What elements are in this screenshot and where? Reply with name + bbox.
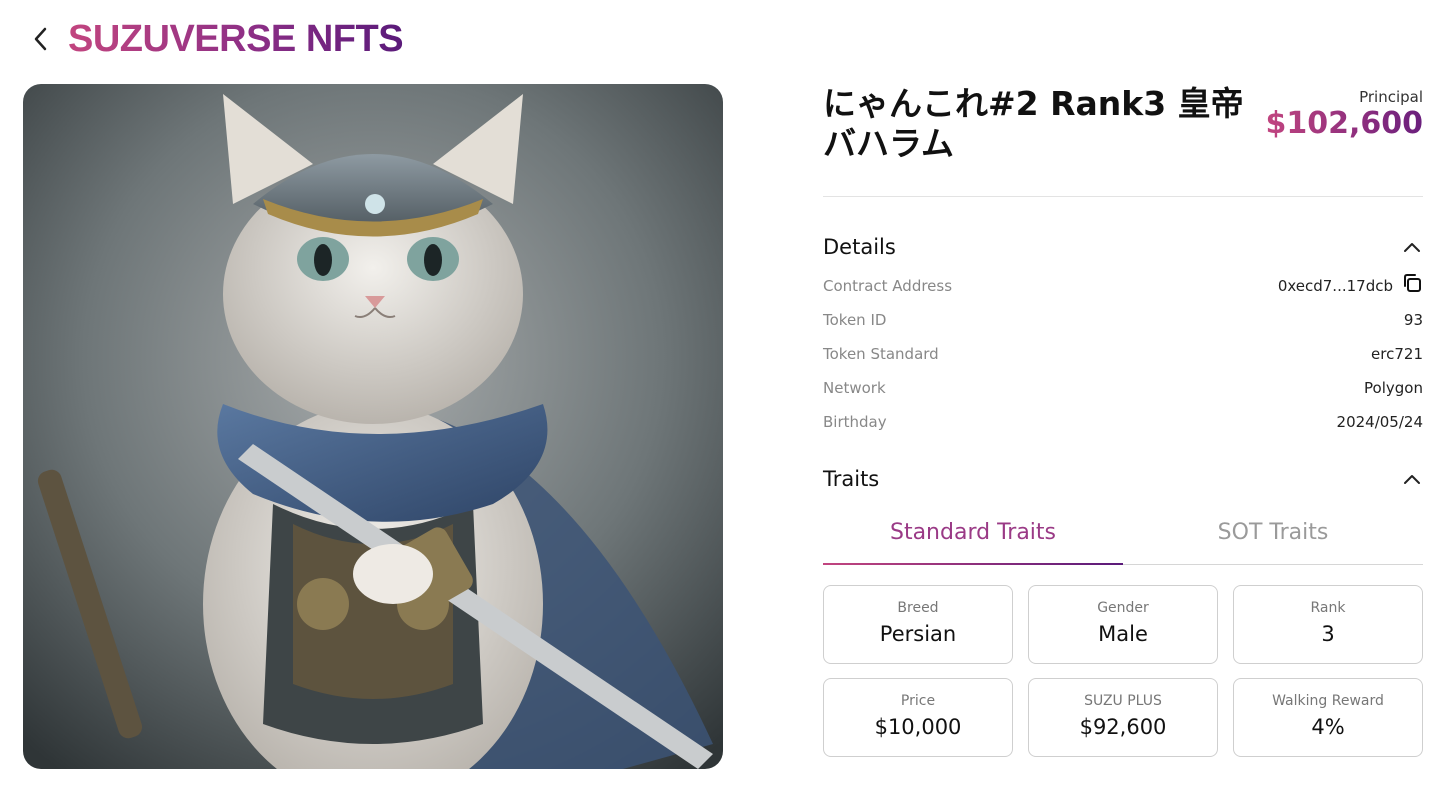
copy-address-button[interactable] <box>1401 272 1423 294</box>
detail-value: 93 <box>1403 311 1423 329</box>
trait-card-gender: Gender Male <box>1028 585 1218 664</box>
brand-title[interactable]: SUZUVERSE NFTS <box>68 20 404 58</box>
details-collapse-button[interactable] <box>1401 236 1423 258</box>
trait-value: $10,000 <box>874 715 962 739</box>
trait-value: $92,600 <box>1079 715 1167 739</box>
details-header[interactable]: Details <box>823 233 1423 261</box>
back-button[interactable] <box>26 19 56 59</box>
trait-label: SUZU PLUS <box>1084 693 1162 709</box>
chevron-up-icon <box>1404 475 1420 484</box>
trait-card-suzu-plus: SUZU PLUS $92,600 <box>1028 678 1218 757</box>
trait-value: Persian <box>879 622 957 646</box>
detail-label: Token ID <box>823 311 887 329</box>
trait-card-walking-reward: Walking Reward 4% <box>1233 678 1423 757</box>
details-list: Contract Address 0xecd7...17dcb Token ID… <box>823 269 1423 439</box>
chevron-up-icon <box>1404 243 1420 252</box>
tab-standard-traits[interactable]: Standard Traits <box>823 518 1123 565</box>
detail-value: 2024/05/24 <box>1336 413 1423 431</box>
detail-row-token-id: Token ID 93 <box>823 303 1423 337</box>
trait-card-price: Price $10,000 <box>823 678 1013 757</box>
detail-row-birthday: Birthday 2024/05/24 <box>823 405 1423 439</box>
detail-label: Contract Address <box>823 277 953 295</box>
detail-row-network: Network Polygon <box>823 371 1423 405</box>
trait-card-breed: Breed Persian <box>823 585 1013 664</box>
trait-label: Price <box>900 693 936 709</box>
trait-value: 3 <box>1321 622 1335 646</box>
trait-value: 4% <box>1311 715 1345 739</box>
detail-value: erc721 <box>1371 345 1423 363</box>
title-row: にゃんこれ#2 Rank3 皇帝バハラム Principal $102,600 <box>823 84 1423 197</box>
trait-label: Breed <box>897 600 939 616</box>
trait-card-rank: Rank 3 <box>1233 585 1423 664</box>
detail-label: Birthday <box>823 413 887 431</box>
trait-label: Walking Reward <box>1272 693 1384 709</box>
traits-tabs: Standard Traits SOT Traits <box>823 518 1423 565</box>
nft-info-panel: にゃんこれ#2 Rank3 皇帝バハラム Principal $102,600 … <box>823 84 1423 757</box>
traits-collapse-button[interactable] <box>1401 468 1423 490</box>
principal-block: Principal $102,600 <box>1265 84 1423 141</box>
trait-grid: Breed Persian Gender Male Rank 3 Price $… <box>823 585 1423 757</box>
traits-header[interactable]: Traits <box>823 465 1423 493</box>
trait-label: Rank <box>1310 600 1346 616</box>
principal-value: $102,600 <box>1265 106 1423 141</box>
details-section: Details Contract Address 0xecd7...17dcb <box>823 233 1423 439</box>
detail-value: Polygon <box>1364 379 1423 397</box>
principal-label: Principal <box>1359 88 1423 106</box>
details-title: Details <box>823 235 896 259</box>
detail-row-contract-address: Contract Address 0xecd7...17dcb <box>823 269 1423 303</box>
nft-image <box>23 84 723 769</box>
nft-title: にゃんこれ#2 Rank3 皇帝バハラム <box>823 84 1244 163</box>
contract-address-value: 0xecd7...17dcb <box>1277 277 1393 295</box>
trait-value: Male <box>1098 622 1148 646</box>
tab-sot-traits[interactable]: SOT Traits <box>1123 518 1423 564</box>
detail-row-token-standard: Token Standard erc721 <box>823 337 1423 371</box>
detail-label: Token Standard <box>823 345 939 363</box>
detail-label: Network <box>823 379 886 397</box>
copy-icon <box>1404 274 1421 292</box>
chevron-left-icon <box>34 27 47 51</box>
traits-title: Traits <box>823 467 880 491</box>
detail-value: 0xecd7...17dcb <box>1277 274 1423 295</box>
page-header: SUZUVERSE NFTS <box>26 14 404 64</box>
trait-label: Gender <box>1097 600 1149 616</box>
traits-section: Traits Standard Traits SOT Traits Breed … <box>823 465 1423 757</box>
